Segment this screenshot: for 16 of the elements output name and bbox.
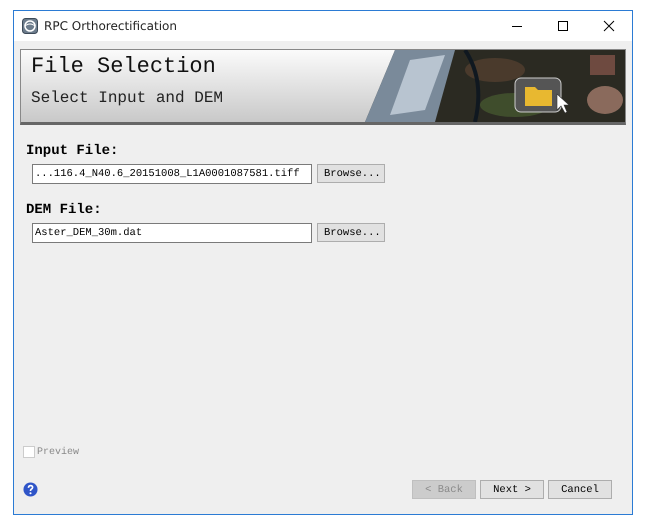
banner-subtitle: Select Input and DEM	[31, 89, 224, 107]
close-icon[interactable]	[603, 20, 615, 32]
field-label: Input File:	[26, 143, 120, 159]
preview-label: Preview	[37, 446, 80, 458]
file-path-field[interactable]: Aster_DEM_30m.dat	[32, 223, 312, 243]
banner-title: File Selection	[31, 54, 217, 79]
next-button[interactable]: Next >	[480, 480, 544, 499]
help-icon[interactable]	[23, 482, 38, 497]
browse-button[interactable]: Browse...	[317, 223, 385, 242]
cancel-button[interactable]: Cancel	[548, 480, 612, 499]
file-path-field[interactable]: ...116.4_N40.6_20151008_L1A0001087581.tiff	[32, 164, 312, 184]
window-title: RPC Orthorectification	[44, 19, 177, 33]
app-icon	[22, 18, 38, 34]
maximize-icon[interactable]	[557, 20, 569, 32]
browse-button[interactable]: Browse...	[317, 164, 385, 183]
field-label: DEM File:	[26, 202, 103, 218]
